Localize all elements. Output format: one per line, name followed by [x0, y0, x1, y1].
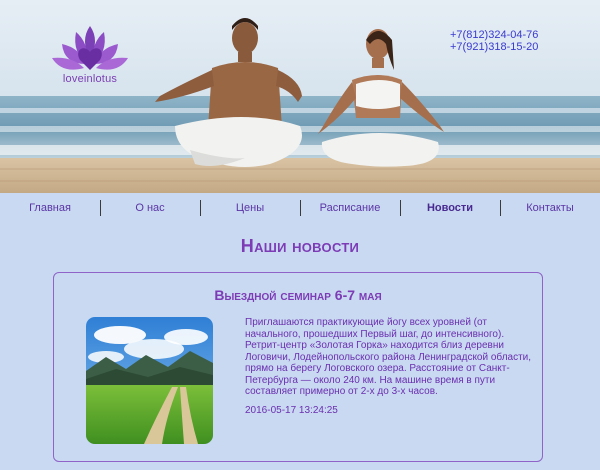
nav-item-prices[interactable]: Цены: [200, 198, 300, 218]
news-text: Приглашаются практикующие йогу всех уров…: [245, 317, 532, 397]
hero-banner: loveinlotus +7(812)324-04-76 +7(921)318-…: [0, 0, 600, 193]
logo-text[interactable]: loveinlotus: [48, 73, 132, 85]
news-title[interactable]: Выездной семинар 6-7 мая: [54, 287, 542, 303]
phone-number[interactable]: +7(921)318-15-20: [450, 41, 538, 53]
news-date: 2016-05-17 13:24:25: [245, 405, 338, 416]
nav-item-about[interactable]: О нас: [100, 198, 200, 218]
phone-list: +7(812)324-04-76 +7(921)318-15-20: [450, 29, 538, 53]
nav-item-schedule[interactable]: Расписание: [300, 198, 400, 218]
news-item: Выездной семинар 6-7 мая Приглашаются пр…: [53, 272, 543, 462]
main-nav: Главная О нас Цены Расписание Новости Ко…: [0, 198, 600, 218]
nav-item-news[interactable]: Новости: [400, 198, 500, 218]
news-image[interactable]: [86, 317, 213, 444]
page-title: Наши новости: [240, 236, 360, 256]
phone-number[interactable]: +7(812)324-04-76: [450, 29, 538, 41]
nav-item-home[interactable]: Главная: [0, 198, 100, 218]
nav-item-contacts[interactable]: Контакты: [500, 198, 600, 218]
